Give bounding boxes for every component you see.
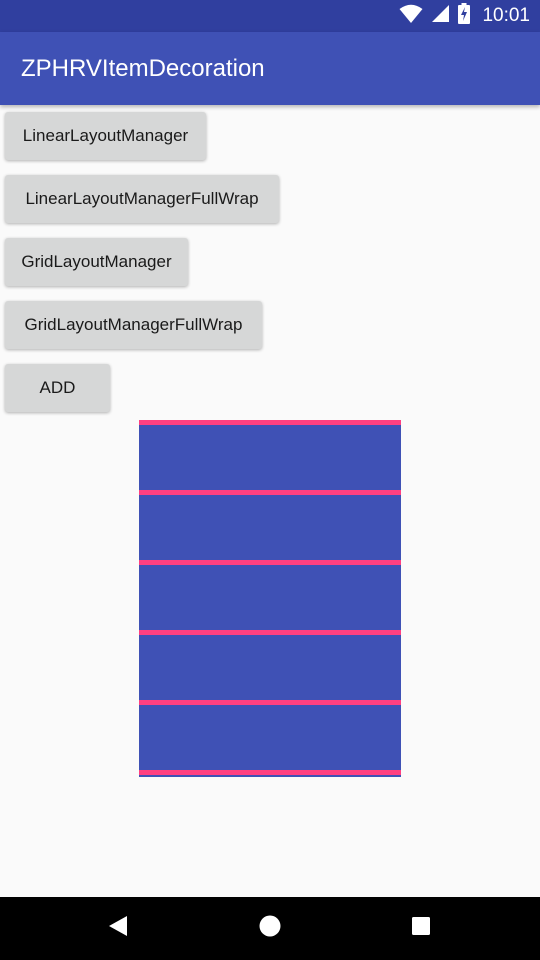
status-bar: 10:01: [0, 0, 540, 32]
home-button[interactable]: [240, 897, 300, 960]
list-item[interactable]: [139, 425, 401, 490]
navigation-bar: [0, 897, 540, 960]
status-icons: 10:01: [399, 0, 530, 32]
back-button[interactable]: [88, 897, 148, 960]
recycler-view[interactable]: [139, 420, 401, 777]
recents-icon: [411, 916, 431, 941]
list-item[interactable]: [139, 565, 401, 630]
home-icon: [259, 915, 281, 942]
cell-signal-icon: [431, 4, 450, 28]
add-button[interactable]: ADD: [5, 364, 110, 412]
grid-layout-manager-button[interactable]: GridLayoutManager: [5, 238, 188, 286]
list-item[interactable]: [139, 635, 401, 700]
wifi-icon: [399, 4, 423, 29]
back-icon: [108, 915, 128, 942]
app-bar: ZPHRVItemDecoration: [0, 32, 540, 105]
status-time: 10:01: [482, 5, 530, 26]
battery-charging-icon: [458, 3, 471, 29]
recents-button[interactable]: [391, 897, 451, 960]
linear-layout-manager-button[interactable]: LinearLayoutManager: [5, 112, 206, 160]
linear-layout-manager-full-wrap-button[interactable]: LinearLayoutManagerFullWrap: [5, 175, 279, 223]
item-divider: [139, 770, 401, 775]
app-title: ZPHRVItemDecoration: [21, 55, 265, 82]
list-item[interactable]: [139, 495, 401, 560]
grid-layout-manager-full-wrap-button[interactable]: GridLayoutManagerFullWrap: [5, 301, 262, 349]
list-item[interactable]: [139, 705, 401, 770]
